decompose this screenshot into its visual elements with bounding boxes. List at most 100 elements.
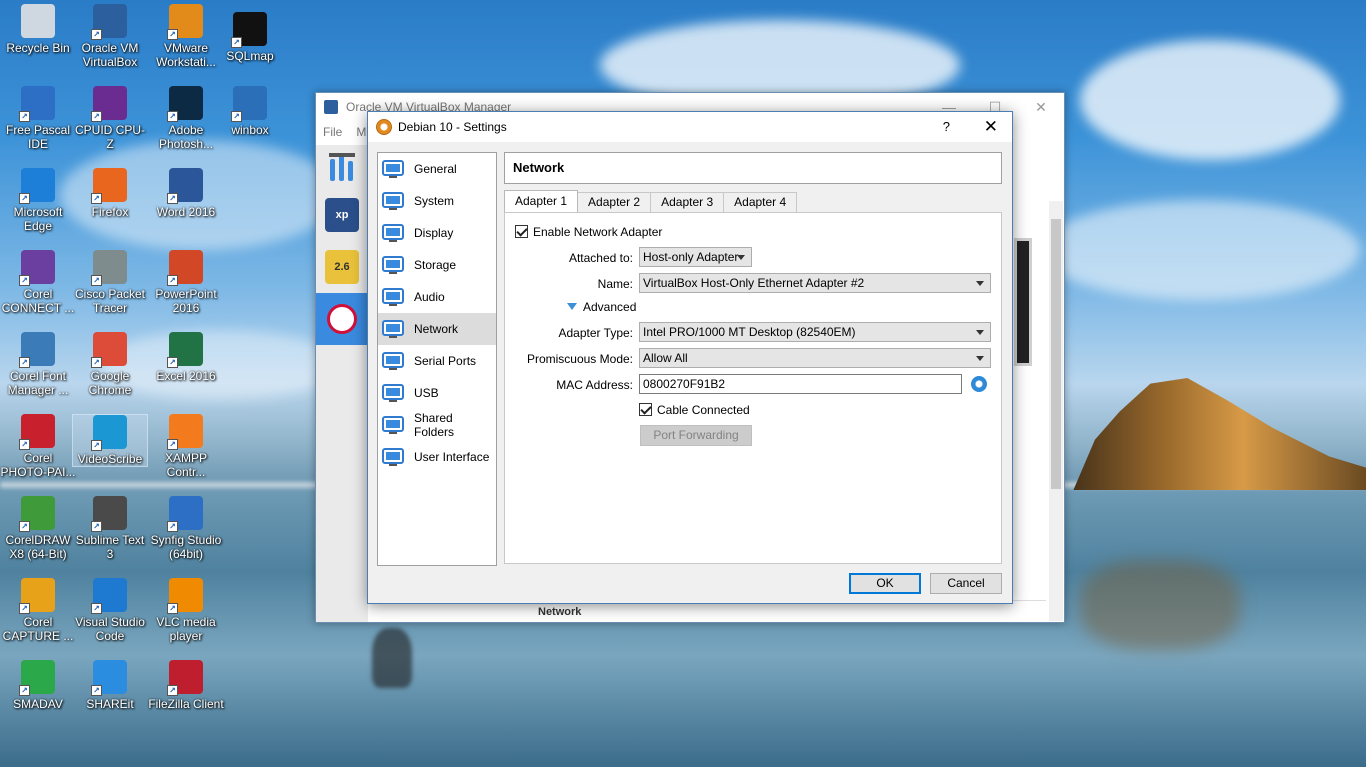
shortcut-arrow-icon: ↗	[231, 111, 242, 122]
adapter-type-select[interactable]: Intel PRO/1000 MT Desktop (82540EM)	[639, 322, 991, 342]
shortcut-arrow-icon: ↗	[91, 603, 102, 614]
sqlmap-icon: ↗	[231, 12, 267, 48]
desktop-shortcut-label: Corel CONNECT ...	[1, 287, 75, 315]
nav-item-label: Storage	[414, 258, 457, 272]
shortcut-arrow-icon: ↗	[167, 111, 178, 122]
serial-ports-icon	[382, 350, 404, 372]
desktop-shortcut-corel-connect[interactable]: ↗ Corel CONNECT ...	[0, 250, 76, 315]
nav-item-shared-folders[interactable]: Shared Folders	[378, 409, 496, 441]
desktop-shortcut-firefox[interactable]: ↗ Firefox	[72, 168, 148, 219]
details-scrollbar[interactable]	[1049, 201, 1063, 621]
name-label: Name:	[597, 277, 633, 291]
desktop-shortcut-corel-capture[interactable]: ↗ Corel CAPTURE ...	[0, 578, 76, 643]
vm-item-xp[interactable]: xp	[316, 189, 368, 241]
vm-item-linux[interactable]: 2.6	[316, 241, 368, 293]
desktop-shortcut-label: PowerPoint 2016	[155, 287, 217, 315]
desktop-shortcut-word[interactable]: ↗ Word 2016	[148, 168, 224, 219]
nav-item-general[interactable]: General	[378, 153, 496, 185]
menu-file[interactable]: File	[323, 125, 342, 139]
vm-item-debian[interactable]	[316, 293, 368, 345]
desktop-shortcut-corel-font[interactable]: ↗ Corel Font Manager ...	[0, 332, 76, 397]
excel-icon: ↗	[167, 332, 203, 368]
dialog-title-bar[interactable]: Debian 10 - Settings	[368, 112, 1012, 142]
nav-item-label: Display	[414, 226, 454, 240]
cancel-button[interactable]: Cancel	[930, 573, 1002, 594]
desktop-shortcut-label: VideoScribe	[77, 452, 143, 466]
general-icon	[382, 158, 404, 180]
adapter-name-select[interactable]: VirtualBox Host-Only Ethernet Adapter #2	[639, 273, 991, 293]
nav-item-usb[interactable]: USB	[378, 377, 496, 409]
nav-item-label: System	[414, 194, 455, 208]
system-icon	[382, 190, 404, 212]
virtualbox-logo-icon	[324, 100, 338, 114]
promiscuous-mode-select[interactable]: Allow All	[639, 348, 991, 368]
desktop-shortcut-sqlmap[interactable]: ↗ SQLmap	[212, 12, 288, 63]
shortcut-arrow-icon: ↗	[19, 521, 30, 532]
enable-adapter-row[interactable]: Enable Network Adapter	[515, 225, 662, 239]
tab-adapter-3[interactable]: Adapter 3	[650, 192, 725, 212]
desktop-shortcut-corel-photo[interactable]: ↗ Corel PHOTO-PAI...	[0, 414, 76, 479]
shortcut-arrow-icon: ↗	[167, 439, 178, 450]
desktop-shortcut-sublime[interactable]: ↗ Sublime Text 3	[72, 496, 148, 561]
desktop-shortcut-label: FileZilla Client	[148, 697, 224, 711]
desktop-shortcut-free-pascal[interactable]: ↗ Free Pascal IDE	[0, 86, 76, 151]
photoshop-icon: ↗	[167, 86, 203, 122]
menu-machine[interactable]: M	[356, 125, 366, 139]
ok-button[interactable]: OK	[849, 573, 921, 594]
desktop-shortcut-videoscribe[interactable]: ↗ VideoScribe	[72, 414, 148, 467]
desktop-shortcut-powerpoint[interactable]: ↗ PowerPoint 2016	[148, 250, 224, 315]
desktop-shortcut-chrome[interactable]: ↗ Google Chrome	[72, 332, 148, 397]
coreldraw-icon: ↗	[19, 496, 55, 532]
audio-icon	[382, 286, 404, 308]
attached-to-label: Attached to:	[568, 251, 633, 265]
tab-adapter-1[interactable]: Adapter 1	[504, 190, 579, 212]
desktop-shortcut-vlc[interactable]: ↗ VLC media player	[148, 578, 224, 643]
desktop-shortcut-virtualbox[interactable]: ↗ Oracle VM VirtualBox	[72, 4, 148, 69]
shortcut-arrow-icon: ↗	[91, 440, 102, 451]
nav-item-label: Audio	[414, 290, 445, 304]
desktop-shortcut-filezilla[interactable]: ↗ FileZilla Client	[148, 660, 224, 711]
tools-button[interactable]	[316, 145, 368, 189]
cable-connected-row[interactable]: Cable Connected	[639, 403, 750, 417]
tab-adapter-2[interactable]: Adapter 2	[577, 192, 652, 212]
corel-connect-icon: ↗	[19, 250, 55, 286]
close-button[interactable]: ✕	[1018, 93, 1064, 121]
desktop-shortcut-shareit[interactable]: ↗ SHAREit	[72, 660, 148, 711]
desktop-shortcut-smadav[interactable]: ↗ SMADAV	[0, 660, 76, 711]
settings-dialog[interactable]: Debian 10 - Settings ? ✕ General System Di…	[367, 111, 1013, 604]
nav-item-audio[interactable]: Audio	[378, 281, 496, 313]
desktop-shortcut-vscode[interactable]: ↗ Visual Studio Code	[72, 578, 148, 643]
desktop-shortcut-coreldraw[interactable]: ↗ CorelDRAW X8 (64-Bit)	[0, 496, 76, 561]
attached-to-select[interactable]: Host-only Adapter	[639, 247, 752, 267]
help-button[interactable]: ?	[943, 112, 950, 142]
desktop-shortcut-packet-tracer[interactable]: ↗ Cisco Packet Tracer	[72, 250, 148, 315]
shortcut-arrow-icon: ↗	[91, 685, 102, 696]
desktop-shortcut-edge[interactable]: ↗ Microsoft Edge	[0, 168, 76, 233]
desktop-shortcut-excel[interactable]: ↗ Excel 2016	[148, 332, 224, 383]
nav-item-label: General	[414, 162, 457, 176]
nav-item-storage[interactable]: Storage	[378, 249, 496, 281]
advanced-toggle[interactable]: Advanced	[567, 300, 636, 314]
nav-item-user-interface[interactable]: User Interface	[378, 441, 496, 473]
enable-adapter-checkbox[interactable]	[515, 225, 528, 238]
desktop-shortcut-label: CPUID CPU-Z	[74, 123, 145, 151]
tab-adapter-4[interactable]: Adapter 4	[723, 192, 798, 212]
shortcut-arrow-icon: ↗	[19, 357, 30, 368]
nav-item-display[interactable]: Display	[378, 217, 496, 249]
desktop-shortcut-cpuz[interactable]: ↗ CPUID CPU-Z	[72, 86, 148, 151]
desktop-shortcut-recycle-bin[interactable]: Recycle Bin	[0, 4, 76, 55]
nav-item-label: Shared Folders	[414, 411, 455, 439]
cable-connected-checkbox[interactable]	[639, 403, 652, 416]
dialog-close-button[interactable]: ✕	[984, 112, 998, 142]
desktop-shortcut-label: Firefox	[91, 205, 129, 219]
port-forwarding-button[interactable]: Port Forwarding	[640, 425, 752, 446]
nav-item-system[interactable]: System	[378, 185, 496, 217]
nav-item-network[interactable]: Network	[378, 313, 496, 345]
vmware-icon: ↗	[167, 4, 203, 40]
generate-mac-icon[interactable]	[971, 376, 987, 392]
desktop-shortcut-xampp[interactable]: ↗ XAMPP Contr...	[148, 414, 224, 479]
mac-address-input[interactable]: 0800270F91B2	[639, 374, 962, 394]
desktop-shortcut-synfig[interactable]: ↗ Synfig Studio (64bit)	[148, 496, 224, 561]
nav-item-serial-ports[interactable]: Serial Ports	[378, 345, 496, 377]
desktop-shortcut-winbox[interactable]: ↗ winbox	[212, 86, 288, 137]
